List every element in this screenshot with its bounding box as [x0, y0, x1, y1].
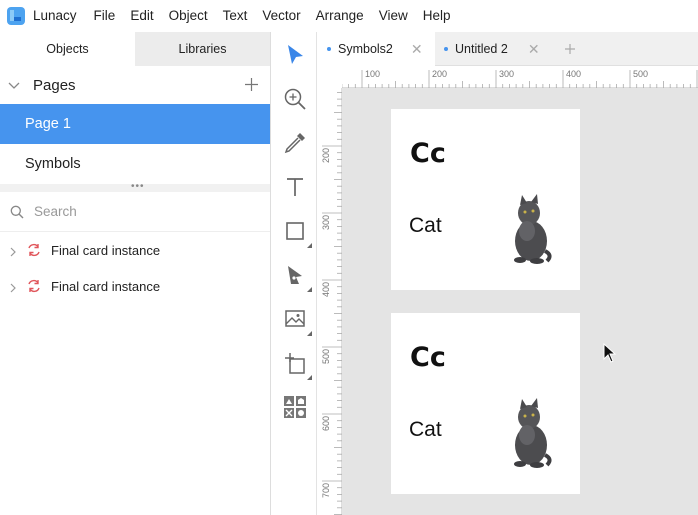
ruler-label: 400 [321, 282, 331, 297]
left-panel: Objects Libraries Pages Page 1 Symbols •… [0, 32, 271, 515]
tool-options-indicator [307, 287, 312, 292]
ruler-label: 100 [365, 69, 380, 79]
pages-title: Pages [33, 76, 76, 94]
tools-toolbar [272, 32, 317, 515]
card-word: Cat [409, 418, 442, 441]
chevron-right-icon[interactable] [9, 281, 17, 296]
ruler-label: 200 [432, 69, 447, 79]
tool-options-indicator [307, 375, 312, 380]
layer-label: Final card instance [51, 278, 161, 294]
symbol-instance-icon [26, 243, 42, 260]
symbol-instance-icon [26, 279, 42, 296]
menu-edit[interactable]: Edit [130, 0, 153, 32]
ruler-label: 300 [499, 69, 514, 79]
text-tool-icon[interactable] [282, 174, 308, 200]
document-tabs: Symbols2 ✕ Untitled 2 ✕ [318, 32, 698, 66]
pages-header: Pages [0, 66, 270, 104]
card-title: Cc [410, 342, 446, 373]
menu-help[interactable]: Help [423, 0, 451, 32]
select-tool-icon[interactable] [282, 42, 308, 68]
grip-dots-icon: ••• [131, 181, 145, 192]
layer-label: Final card instance [51, 242, 161, 258]
add-page-icon[interactable] [244, 77, 259, 95]
menu-text[interactable]: Text [223, 0, 248, 32]
chevron-right-icon[interactable] [9, 245, 17, 260]
search-input[interactable]: Search [34, 204, 77, 219]
menu-file[interactable]: File [94, 0, 116, 32]
pen-tool-icon[interactable] [282, 262, 312, 292]
tab-libraries[interactable]: Libraries [135, 32, 270, 66]
app-name-menu[interactable]: Lunacy [33, 0, 77, 32]
layer-row[interactable]: Final card instance [0, 232, 270, 268]
layer-row[interactable]: Final card instance [0, 268, 270, 304]
panel-tabs: Objects Libraries [0, 32, 270, 66]
components-tool-icon[interactable] [282, 394, 308, 420]
lunacy-logo-icon [7, 7, 25, 25]
menu-view[interactable]: View [379, 0, 408, 32]
cat-image [507, 395, 555, 472]
tab-label: Untitled 2 [455, 42, 508, 56]
tool-options-indicator [307, 331, 312, 336]
rectangle-tool-icon[interactable] [282, 218, 312, 248]
ruler-label: 500 [321, 349, 331, 364]
layer-search[interactable]: Search [0, 192, 270, 232]
close-tab-icon[interactable]: ✕ [411, 41, 423, 58]
tab-untitled-2[interactable]: Untitled 2 ✕ [436, 32, 554, 66]
zoom-tool-icon[interactable] [282, 86, 308, 112]
menu-bar: Lunacy File Edit Object Text Vector Arra… [0, 0, 698, 32]
unsaved-dot-icon [327, 47, 331, 51]
cat-image [507, 191, 555, 268]
ruler-label: 500 [633, 69, 648, 79]
artboard-tool-icon[interactable] [282, 350, 312, 380]
ruler-label: 700 [321, 483, 331, 498]
ruler-label: 400 [566, 69, 581, 79]
mouse-cursor-icon [603, 342, 617, 366]
card-word: Cat [409, 214, 442, 237]
card-title: Cc [410, 138, 446, 169]
unsaved-dot-icon [444, 47, 448, 51]
card-artboard[interactable]: Cc Cat [391, 313, 580, 494]
menu-arrange[interactable]: Arrange [316, 0, 364, 32]
tool-options-indicator [307, 243, 312, 248]
ruler-label: 600 [321, 416, 331, 431]
chevron-down-icon[interactable] [8, 79, 20, 94]
ruler-horizontal: 100 200 300 400 500 [294, 66, 698, 88]
card-artboard[interactable]: Cc Cat [391, 109, 580, 290]
tab-symbols2[interactable]: Symbols2 ✕ [318, 32, 435, 66]
search-icon [10, 205, 24, 222]
menu-vector[interactable]: Vector [262, 0, 300, 32]
design-canvas[interactable]: Cc Cat Cc Cat [342, 88, 698, 515]
page-item-page-1[interactable]: Page 1 [0, 104, 270, 144]
new-tab-icon[interactable] [564, 32, 584, 66]
close-tab-icon[interactable]: ✕ [528, 41, 540, 58]
ruler-vertical: 200 300 400 500 600 700 [318, 78, 342, 515]
panel-resize-handle[interactable]: ••• [0, 181, 270, 192]
ruler-label: 300 [321, 215, 331, 230]
tab-label: Symbols2 [338, 42, 393, 56]
menu-object[interactable]: Object [169, 0, 208, 32]
ruler-label: 200 [321, 148, 331, 163]
color-picker-tool-icon[interactable] [282, 130, 308, 156]
page-item-symbols[interactable]: Symbols [0, 144, 270, 184]
ruler-corner [318, 66, 342, 88]
tab-objects[interactable]: Objects [0, 32, 135, 66]
image-tool-icon[interactable] [282, 306, 312, 336]
